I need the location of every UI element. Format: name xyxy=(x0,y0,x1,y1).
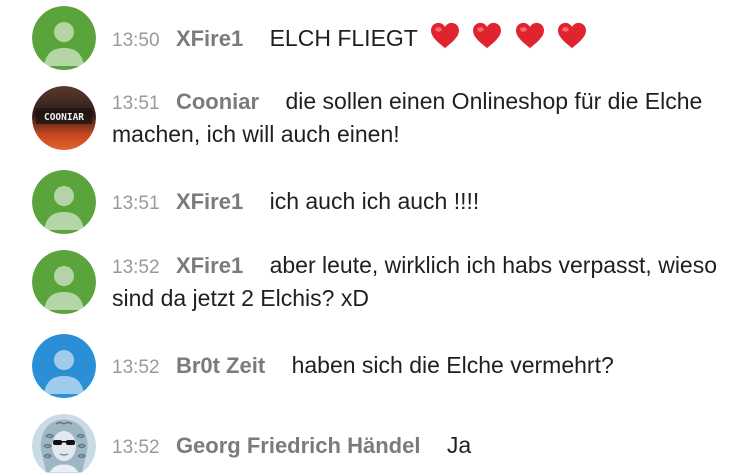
heart-emoji-icon xyxy=(558,22,586,49)
message-timestamp: 13:50 xyxy=(112,30,160,51)
message-timestamp: 13:51 xyxy=(112,93,160,114)
message-timestamp: 13:52 xyxy=(112,357,160,378)
user-avatar-icon[interactable] xyxy=(32,6,96,70)
handel-portrait-avatar-icon[interactable] xyxy=(32,414,96,473)
message-text: ich auch ich auch !!!! xyxy=(269,188,480,214)
user-avatar-icon[interactable] xyxy=(32,334,96,398)
message-text: ELCH FLIEGT xyxy=(269,25,418,51)
message-timestamp: 13:51 xyxy=(112,193,160,214)
heart-emoji-icon xyxy=(515,22,544,49)
cooniar-logo-text: COONIAR xyxy=(44,112,84,123)
heart-emoji-icon xyxy=(473,22,502,49)
message-username[interactable]: XFire1 xyxy=(176,189,243,214)
message-timestamp: 13:52 xyxy=(112,257,160,278)
message-timestamp: 13:52 xyxy=(112,437,160,458)
message-text: haben sich die Elche vermehrt? xyxy=(291,352,614,378)
message-username[interactable]: XFire1 xyxy=(176,26,243,51)
message-username[interactable]: Cooniar xyxy=(176,89,259,114)
message-username[interactable]: Br0t Zeit xyxy=(176,353,265,378)
heart-emoji-icon xyxy=(430,22,459,49)
chat-message-list[interactable]: 13:50 XFire1 ELCH FLIEGT COONIAR 13:51 C… xyxy=(0,0,750,473)
message-username[interactable]: Georg Friedrich Händel xyxy=(176,433,421,458)
user-avatar-icon[interactable] xyxy=(32,170,96,234)
heart-emoji-group xyxy=(424,22,587,51)
message-username[interactable]: XFire1 xyxy=(176,253,243,278)
message-text: Ja xyxy=(446,432,472,458)
user-avatar-icon[interactable] xyxy=(32,250,96,314)
cooniar-logo-avatar-icon[interactable]: COONIAR xyxy=(32,86,96,150)
